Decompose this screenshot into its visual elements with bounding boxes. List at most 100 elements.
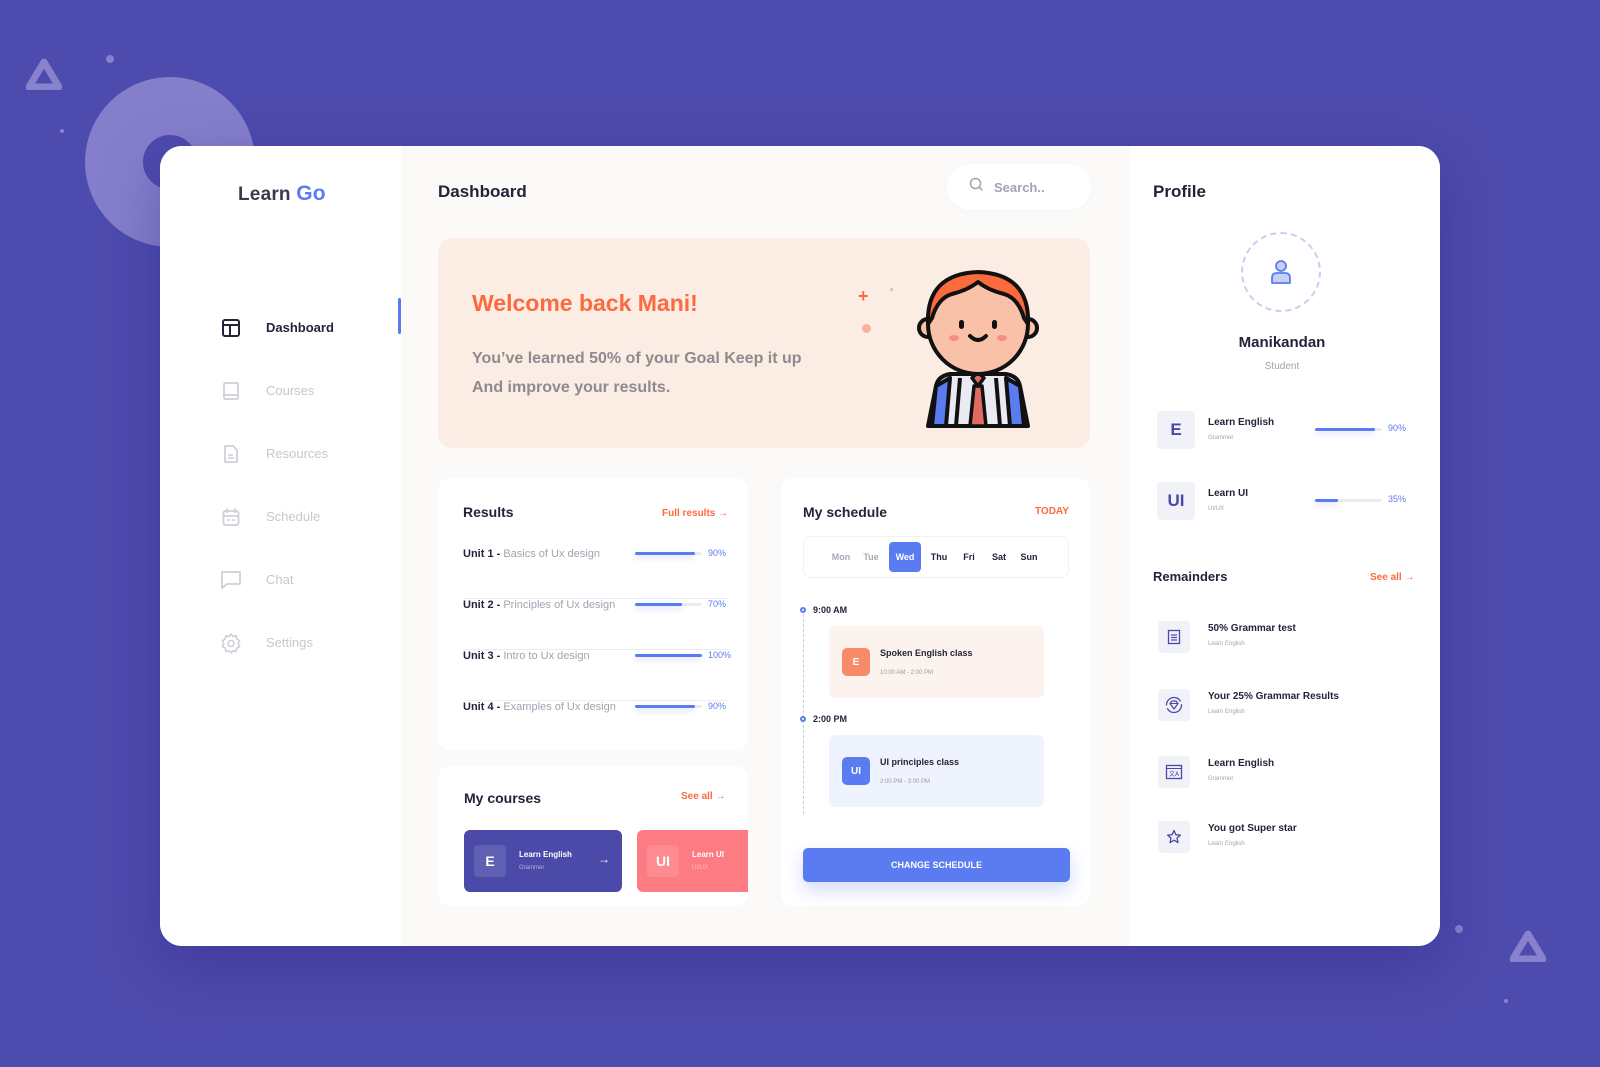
day-sat[interactable]: Sat (984, 542, 1014, 572)
timeline-time: 9:00 AM (813, 605, 848, 615)
reminder-item[interactable]: You got Super star Learn English (1158, 821, 1418, 855)
day-selector: Mon Tue Wed Thu Fri Sat Sun (803, 536, 1069, 578)
sidebar-item-resources[interactable]: Resources (220, 422, 334, 485)
sidebar-item-chat[interactable]: Chat (220, 548, 334, 611)
welcome-title: Welcome back Mani! (472, 290, 698, 316)
event-badge: UI (842, 757, 870, 785)
course-title: Learn English (519, 850, 572, 859)
progress-fill (635, 552, 696, 555)
course-tile-learn-english[interactable]: E Learn English Grammer → (464, 830, 622, 892)
profile-title: Profile (1153, 182, 1206, 201)
decorative-dot (1455, 925, 1463, 933)
diamond-icon (1158, 689, 1190, 721)
day-tue[interactable]: Tue (856, 542, 886, 572)
result-row[interactable]: Unit 4 - Examples of Ux design 90% (463, 701, 728, 752)
sidebar-item-dashboard[interactable]: Dashboard (220, 296, 334, 359)
day-sun[interactable]: Sun (1014, 542, 1044, 572)
event-badge: E (842, 648, 870, 676)
progress-fill (635, 705, 696, 708)
day-wed[interactable]: Wed (889, 542, 921, 572)
reminder-item[interactable]: 50% Grammar test Learn English (1158, 621, 1418, 655)
course-subtitle: UI/UX (692, 865, 709, 871)
decorative-dot (106, 55, 114, 63)
course-title: Learn UI (1208, 488, 1249, 499)
day-mon[interactable]: Mon (826, 542, 856, 572)
results-card: Results Full results → Unit 1 - Basics o… (438, 478, 748, 750)
schedule-event[interactable]: UI UI principles class 2:00 PM - 3:00 PM (829, 735, 1044, 807)
event-time: 10:00 AM - 2:00 PM (880, 670, 934, 676)
search-input[interactable] (994, 179, 1084, 195)
translate-icon: 文A (1158, 756, 1190, 788)
full-results-link[interactable]: Full results → (662, 508, 728, 519)
book-icon (220, 380, 242, 402)
change-schedule-button[interactable]: CHANGE SCHEDULE (803, 848, 1070, 882)
reminder-subtitle: Grammer (1208, 776, 1234, 782)
reminder-title: 50% Grammar test (1208, 623, 1296, 634)
today-link[interactable]: TODAY (1035, 506, 1069, 517)
main-content: Dashboard Welcome back Mani! You’ve lear… (401, 146, 1129, 946)
result-row[interactable]: Unit 1 - Basics of Ux design 90% (463, 548, 728, 599)
student-illustration (917, 270, 1039, 428)
course-subtitle: Grammer (519, 865, 545, 871)
course-badge: UI (647, 845, 679, 877)
arrow-right-icon[interactable]: → (598, 852, 610, 866)
star-icon (1158, 821, 1190, 853)
user-icon (1271, 260, 1291, 284)
reminder-item[interactable]: 文A Learn English Grammer (1158, 756, 1418, 790)
progress-percent: 100% (708, 650, 732, 660)
reminder-item[interactable]: Your 25% Grammar Results Learn English (1158, 689, 1418, 723)
result-row[interactable]: Unit 3 - Intro to Ux design 100% (463, 650, 732, 701)
course-badge: E (474, 845, 506, 877)
brand-logo-part1: Learn (238, 184, 291, 205)
profile-course-item[interactable]: E Learn English Grammer 90% (1157, 411, 1417, 451)
schedule-card: My schedule TODAY Mon Tue Wed Thu Fri Sat Sun … (781, 478, 1090, 906)
avatar[interactable] (1241, 232, 1321, 312)
result-row[interactable]: Unit 2 - Principles of Ux design 70% (463, 599, 728, 650)
progress-percent: 35% (1388, 494, 1407, 504)
schedule-event[interactable]: E Spoken English class 10:00 AM - 2:00 P… (829, 626, 1044, 698)
course-subtitle: UI/UX (1208, 506, 1225, 512)
progress-fill (1315, 499, 1339, 502)
see-all-reminders-link[interactable]: See all → (1370, 572, 1414, 583)
sidebar-item-label: Schedule (266, 509, 321, 524)
sidebar-item-courses[interactable]: Courses (220, 359, 334, 422)
result-unit: Unit 4 - Examples of Ux design (463, 701, 616, 713)
schedule-title: My schedule (803, 504, 888, 520)
sidebar-item-label: Chat (266, 572, 294, 587)
progress-bar (1315, 499, 1382, 502)
document-icon (220, 443, 242, 465)
decorative-dot (1504, 999, 1508, 1003)
sidebar-item-label: Settings (266, 635, 313, 650)
app-window: Learn Go Dashboard Courses Resources Sch… (160, 146, 1440, 946)
progress-bar (1315, 428, 1382, 431)
result-unit: Unit 1 - Basics of Ux design (463, 548, 600, 560)
timeline-line (803, 614, 804, 814)
day-thu[interactable]: Thu (924, 542, 954, 572)
decorative-dot (60, 129, 64, 133)
course-badge: E (1157, 411, 1195, 449)
search-icon (969, 177, 984, 197)
result-unit: Unit 2 - Principles of Ux design (463, 599, 615, 611)
welcome-banner: Welcome back Mani! You’ve learned 50% of… (438, 238, 1090, 448)
brand-logo[interactable]: Learn Go (238, 182, 326, 206)
search-box[interactable] (947, 164, 1091, 210)
see-all-courses-link[interactable]: See all → (681, 791, 725, 802)
progress-percent: 70% (708, 599, 727, 609)
clipboard-icon (1158, 621, 1190, 653)
welcome-message: You’ve learned 50% of your Goal Keep it … (472, 344, 852, 402)
sidebar-item-settings[interactable]: Settings (220, 611, 334, 674)
day-fri[interactable]: Fri (954, 542, 984, 572)
profile-course-item[interactable]: UI Learn UI UI/UX 35% (1157, 482, 1417, 522)
result-unit-label: Unit 4 - (463, 701, 504, 713)
reminder-subtitle: Learn English (1208, 709, 1245, 715)
course-title: Learn English (1208, 417, 1275, 428)
reminders-title: Remainders (1153, 569, 1228, 584)
sidebar-item-label: Courses (266, 383, 315, 398)
result-topic: Principles of Ux design (503, 599, 616, 611)
timeline-dot (800, 607, 806, 613)
sidebar-item-schedule[interactable]: Schedule (220, 485, 334, 548)
progress-fill (635, 654, 702, 657)
course-tile-learn-ui[interactable]: UI Learn UI UI/UX (637, 830, 748, 892)
brand-logo-part2: Go (296, 182, 326, 205)
result-unit: Unit 3 - Intro to Ux design (463, 650, 590, 662)
